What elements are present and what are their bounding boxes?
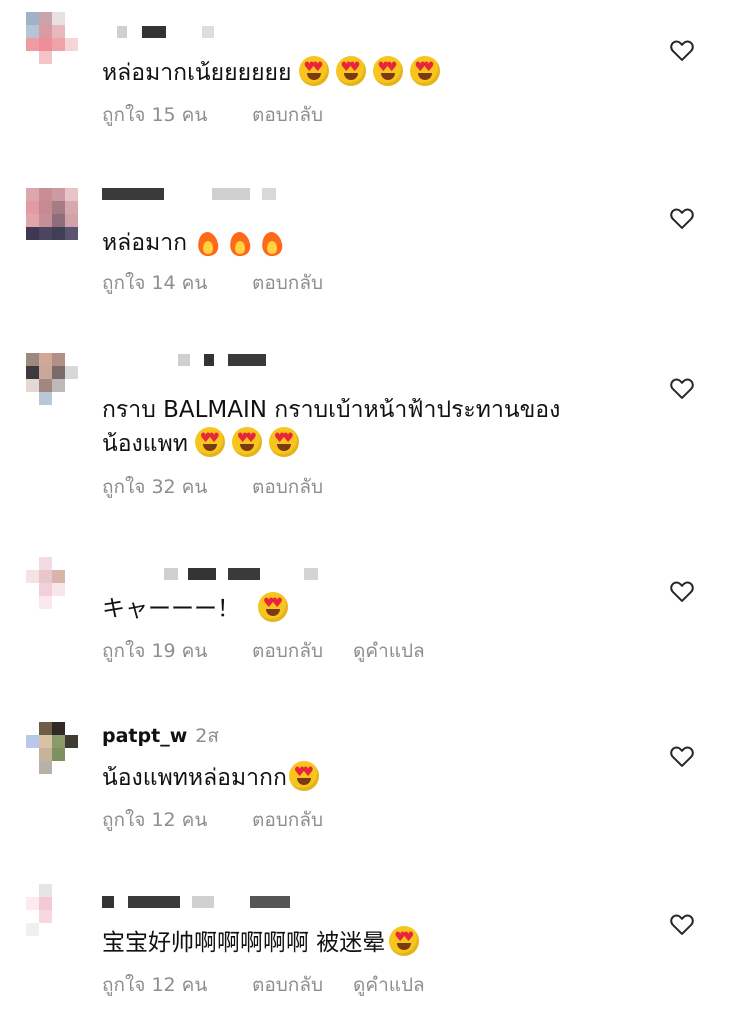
comment-text: หล่อมาก [102, 226, 662, 260]
comment-text: น้องแพทหล่อมากก [102, 761, 662, 795]
heart-eyes-emoji-icon [231, 427, 262, 457]
likes-count-link[interactable]: ถูกใจ 14 คน [102, 271, 222, 295]
likes-count-link[interactable]: ถูกใจ 15 คน [102, 103, 222, 127]
comment-meta: ถูกใจ 12 คน ตอบกลับ [102, 808, 353, 832]
heart-eyes-emoji-icon [298, 56, 329, 86]
reply-link[interactable]: ตอบกลับ [252, 104, 323, 126]
timestamp: 2ส [195, 725, 219, 747]
comment-meta: ถูกใจ 14 คน ตอบกลับ [102, 271, 353, 295]
avatar[interactable] [26, 353, 78, 405]
see-translation-link[interactable]: ดูคำแปล [353, 640, 425, 662]
reply-link[interactable]: ตอบกลับ [252, 974, 323, 996]
heart-eyes-emoji-icon [258, 592, 288, 622]
comment-text: กราบ BALMAIN กราบเบ้าหน้าฟ้าประทานของ น้… [102, 394, 662, 461]
username-redacted[interactable] [102, 354, 332, 372]
username[interactable]: patpt_w 2ส [102, 724, 219, 748]
comment-meta: ถูกใจ 12 คน ตอบกลับ ดูคำแปล [102, 973, 455, 997]
reply-link[interactable]: ตอบกลับ [252, 640, 323, 662]
comment-meta: ถูกใจ 32 คน ตอบกลับ [102, 475, 353, 499]
comment-meta: ถูกใจ 15 คน ตอบกลับ [102, 103, 353, 127]
fire-emoji-icon [261, 226, 283, 256]
heart-eyes-emoji-icon [409, 56, 440, 86]
username-redacted[interactable] [102, 896, 332, 914]
comment-text: キャーーー！ [102, 592, 662, 626]
comment-meta: ถูกใจ 19 คน ตอบกลับ ดูคำแปล [102, 639, 455, 663]
username-redacted[interactable] [102, 26, 332, 44]
avatar[interactable] [26, 722, 78, 774]
comment-text-line: กราบ BALMAIN กราบเบ้าหน้าฟ้าประทานของ [102, 397, 561, 423]
likes-count-link[interactable]: ถูกใจ 19 คน [102, 639, 222, 663]
comment-text: หล่อมากเน้ยยยยยย [102, 56, 662, 90]
reply-link[interactable]: ตอบกลับ [252, 809, 323, 831]
heart-outline-icon[interactable] [668, 36, 696, 64]
heart-eyes-emoji-icon [194, 427, 225, 457]
fire-emoji-icon [229, 226, 251, 256]
heart-outline-icon[interactable] [668, 204, 696, 232]
heart-eyes-emoji-icon [335, 56, 366, 86]
heart-outline-icon[interactable] [668, 577, 696, 605]
likes-count-link[interactable]: ถูกใจ 32 คน [102, 475, 222, 499]
reply-link[interactable]: ตอบกลับ [252, 272, 323, 294]
avatar[interactable] [26, 557, 78, 609]
fire-emoji-icon [197, 226, 219, 256]
likes-count-link[interactable]: ถูกใจ 12 คน [102, 808, 222, 832]
heart-eyes-emoji-icon [389, 926, 420, 956]
heart-outline-icon[interactable] [668, 910, 696, 938]
heart-outline-icon[interactable] [668, 374, 696, 402]
likes-count-link[interactable]: ถูกใจ 12 คน [102, 973, 222, 997]
avatar[interactable] [26, 188, 78, 240]
reply-link[interactable]: ตอบกลับ [252, 476, 323, 498]
avatar[interactable] [26, 12, 78, 64]
heart-outline-icon[interactable] [668, 742, 696, 770]
username-redacted[interactable] [102, 188, 332, 206]
heart-eyes-emoji-icon [288, 761, 319, 791]
heart-eyes-emoji-icon [268, 427, 299, 457]
heart-eyes-emoji-icon [372, 56, 403, 86]
see-translation-link[interactable]: ดูคำแปล [353, 974, 425, 996]
avatar[interactable] [26, 884, 78, 936]
comment-text: 宝宝好帅啊啊啊啊啊 被迷晕 [102, 926, 662, 960]
username-redacted[interactable] [102, 568, 332, 586]
